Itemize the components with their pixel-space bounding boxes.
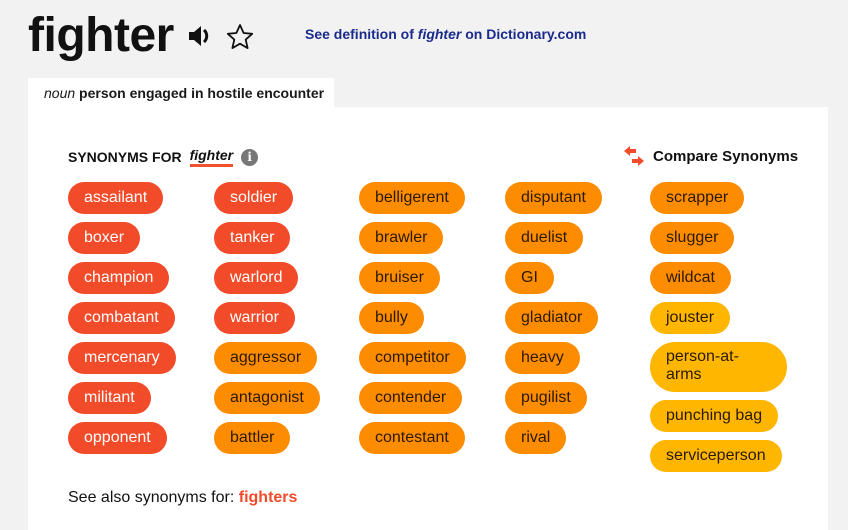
synonyms-heading-label: SYNONYMS FOR [68,149,182,165]
see-also: See also synonyms for: fighters [68,489,297,507]
link-prefix: See definition of [305,26,418,42]
synonym-chip[interactable]: tanker [214,222,291,254]
synonym-chip[interactable]: boxer [68,222,141,254]
synonym-chip[interactable]: militant [68,382,151,414]
info-icon[interactable]: i [241,148,259,166]
part-of-speech: noun [44,85,76,101]
synonym-chip[interactable]: duelist [505,222,584,254]
synonym-chip[interactable]: soldier [214,182,294,214]
compare-synonyms-label: Compare Synonyms [653,147,799,165]
link-word: fighter [417,26,462,42]
synonym-chip[interactable]: brawler [359,222,444,254]
synonym-chip[interactable]: combatant [68,302,175,334]
synonym-chip[interactable]: competitor [359,342,466,374]
synonym-chip[interactable]: pugilist [505,382,587,414]
synonym-chip[interactable]: warrior [214,302,295,334]
swap-arrows-icon [624,146,644,166]
synonym-chip[interactable]: mercenary [68,342,176,374]
compare-synonyms-button[interactable]: Compare Synonyms [622,145,798,167]
word-header: fighter [28,8,254,64]
headword: fighter [28,9,174,62]
synonym-chip[interactable]: contestant [359,422,465,454]
synonym-chip[interactable]: rival [505,422,567,454]
synonym-chip[interactable]: bruiser [359,262,440,294]
synonym-chip[interactable]: bully [359,302,424,334]
synonym-chip[interactable]: battler [214,422,291,454]
sense-definition: person engaged in hostile encounter [79,85,325,101]
synonym-chip[interactable]: gladiator [505,302,599,334]
star-outline-icon[interactable] [226,22,254,50]
synonym-chip[interactable]: opponent [68,422,167,454]
synonym-chip[interactable]: scrapper [650,182,745,214]
synonyms-panel: SYNONYMS FOR fighter i Compare Synonyms … [28,107,828,530]
synonym-chip[interactable]: jouster [650,302,731,334]
synonym-column-1: assailant boxer champion combatant mercenary… [68,182,176,462]
synonym-column-3: belligerent brawler bruiser bully competitor… [359,182,466,462]
synonym-chip[interactable]: antagonist [214,382,320,414]
synonym-column-2: soldier tanker warlord warrior aggressor anta… [214,182,320,462]
synonym-chip[interactable]: wildcat [650,262,731,294]
synonym-chip[interactable]: disputant [505,182,602,214]
synonym-column-4: disputant duelist GI gladiator heavy pugilist… [505,182,602,462]
link-suffix: on Dictionary.com [461,26,587,42]
sense-tab[interactable]: noun person engaged in hostile encounter [28,78,334,108]
speaker-icon[interactable] [188,23,214,49]
synonyms-heading-word: fighter [189,147,234,167]
see-also-link[interactable]: fighters [239,489,298,506]
synonym-chip[interactable]: belligerent [359,182,465,214]
dictionary-definition-link[interactable]: See definition of fighter on Dictionary.… [305,26,586,42]
see-also-label: See also synonyms for: [68,489,239,506]
synonyms-heading: SYNONYMS FOR fighter i [68,147,259,167]
synonym-chip[interactable]: warlord [214,262,299,294]
synonym-chip[interactable]: slugger [650,222,735,254]
synonym-column-5: scrapper slugger wildcat jouster person-at-a… [650,182,787,480]
synonym-chip[interactable]: champion [68,262,170,294]
synonym-chip[interactable]: heavy [505,342,580,374]
synonym-chip[interactable]: assailant [68,182,164,214]
synonym-chip[interactable]: serviceperson [650,440,782,472]
synonym-chip[interactable]: contender [359,382,463,414]
synonym-chip[interactable]: punching bag [650,400,779,432]
synonym-chip[interactable]: aggressor [214,342,318,374]
synonym-chip[interactable]: GI [505,262,554,294]
synonym-chip[interactable]: person-at-arms [650,342,787,392]
